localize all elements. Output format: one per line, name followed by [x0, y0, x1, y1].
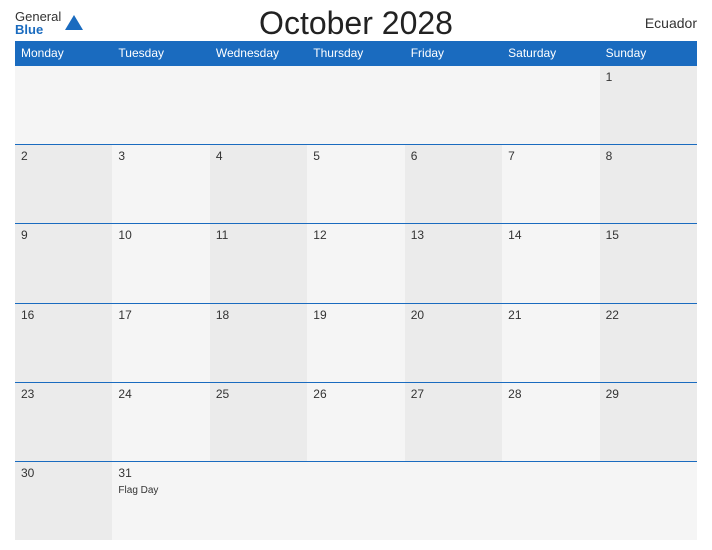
calendar-cell: 31 Flag Day [112, 462, 209, 540]
day-number: 12 [313, 228, 398, 242]
calendar-cell: 22 [600, 304, 697, 382]
calendar-cell: 12 [307, 224, 404, 302]
day-number: 26 [313, 387, 398, 401]
calendar-cell [600, 462, 697, 540]
day-number: 11 [216, 228, 301, 242]
calendar-header: MondayTuesdayWednesdayThursdayFridaySatu… [15, 41, 697, 65]
day-number: 23 [21, 387, 106, 401]
calendar-cell: 9 [15, 224, 112, 302]
calendar-cell [307, 66, 404, 144]
day-number: 30 [21, 466, 106, 480]
day-number: 13 [411, 228, 496, 242]
calendar-cell: 26 [307, 383, 404, 461]
day-number: 1 [606, 70, 691, 84]
day-number: 5 [313, 149, 398, 163]
calendar-cell [502, 462, 599, 540]
day-number: 25 [216, 387, 301, 401]
calendar-cell: 21 [502, 304, 599, 382]
calendar-cell: 4 [210, 145, 307, 223]
day-number: 18 [216, 308, 301, 322]
calendar-cell: 24 [112, 383, 209, 461]
logo-text: General Blue [15, 10, 61, 36]
day-number: 31 [118, 466, 203, 480]
calendar-cell: 28 [502, 383, 599, 461]
calendar-cell: 27 [405, 383, 502, 461]
calendar-cell: 18 [210, 304, 307, 382]
day-number: 3 [118, 149, 203, 163]
calendar-week: 23 24 25 26 27 28 29 [15, 382, 697, 461]
calendar-week: 30 31 Flag Day [15, 461, 697, 540]
calendar-cell [405, 462, 502, 540]
day-number: 6 [411, 149, 496, 163]
calendar-cell: 17 [112, 304, 209, 382]
day-number: 9 [21, 228, 106, 242]
calendar-cell: 20 [405, 304, 502, 382]
day-number: 17 [118, 308, 203, 322]
page: General Blue October 2028 Ecuador Monday… [0, 0, 712, 550]
calendar-body: 1234567891011121314151617181920212223242… [15, 65, 697, 540]
day-number: 2 [21, 149, 106, 163]
calendar-cell [502, 66, 599, 144]
weekday-header: Thursday [307, 41, 404, 65]
calendar-cell: 5 [307, 145, 404, 223]
page-title: October 2028 [259, 5, 453, 42]
calendar-cell [210, 462, 307, 540]
day-number: 8 [606, 149, 691, 163]
country-label: Ecuador [645, 15, 697, 31]
calendar-week: 9 10 11 12 13 14 15 [15, 223, 697, 302]
weekday-header: Monday [15, 41, 112, 65]
calendar-cell: 13 [405, 224, 502, 302]
calendar-cell: 2 [15, 145, 112, 223]
day-number: 4 [216, 149, 301, 163]
weekday-header: Tuesday [112, 41, 209, 65]
calendar-cell [405, 66, 502, 144]
day-number: 16 [21, 308, 106, 322]
calendar-cell: 6 [405, 145, 502, 223]
header: General Blue October 2028 Ecuador [15, 10, 697, 36]
day-number: 29 [606, 387, 691, 401]
calendar-cell [307, 462, 404, 540]
day-number: 14 [508, 228, 593, 242]
logo-triangle-icon [65, 15, 83, 30]
calendar-cell [210, 66, 307, 144]
calendar-week: 1 [15, 65, 697, 144]
logo-blue: Blue [15, 23, 61, 36]
weekday-header: Saturday [502, 41, 599, 65]
day-event: Flag Day [118, 485, 158, 496]
calendar-cell: 30 [15, 462, 112, 540]
calendar-cell: 14 [502, 224, 599, 302]
day-number: 22 [606, 308, 691, 322]
day-number: 28 [508, 387, 593, 401]
calendar-cell: 11 [210, 224, 307, 302]
day-number: 20 [411, 308, 496, 322]
logo: General Blue [15, 10, 83, 36]
calendar-week: 16 17 18 19 20 21 22 [15, 303, 697, 382]
calendar-cell: 16 [15, 304, 112, 382]
calendar-cell [112, 66, 209, 144]
day-number: 21 [508, 308, 593, 322]
day-number: 24 [118, 387, 203, 401]
calendar-cell: 23 [15, 383, 112, 461]
calendar-cell: 10 [112, 224, 209, 302]
calendar: MondayTuesdayWednesdayThursdayFridaySatu… [15, 41, 697, 540]
calendar-cell: 29 [600, 383, 697, 461]
weekday-header: Sunday [600, 41, 697, 65]
calendar-cell: 8 [600, 145, 697, 223]
day-number: 27 [411, 387, 496, 401]
day-number: 15 [606, 228, 691, 242]
calendar-cell: 3 [112, 145, 209, 223]
calendar-week: 2345678 [15, 144, 697, 223]
calendar-cell: 15 [600, 224, 697, 302]
calendar-cell: 25 [210, 383, 307, 461]
calendar-cell: 1 [600, 66, 697, 144]
calendar-cell: 7 [502, 145, 599, 223]
day-number: 19 [313, 308, 398, 322]
calendar-cell [15, 66, 112, 144]
weekday-header: Friday [405, 41, 502, 65]
weekday-header: Wednesday [210, 41, 307, 65]
day-number: 10 [118, 228, 203, 242]
day-number: 7 [508, 149, 593, 163]
calendar-cell: 19 [307, 304, 404, 382]
